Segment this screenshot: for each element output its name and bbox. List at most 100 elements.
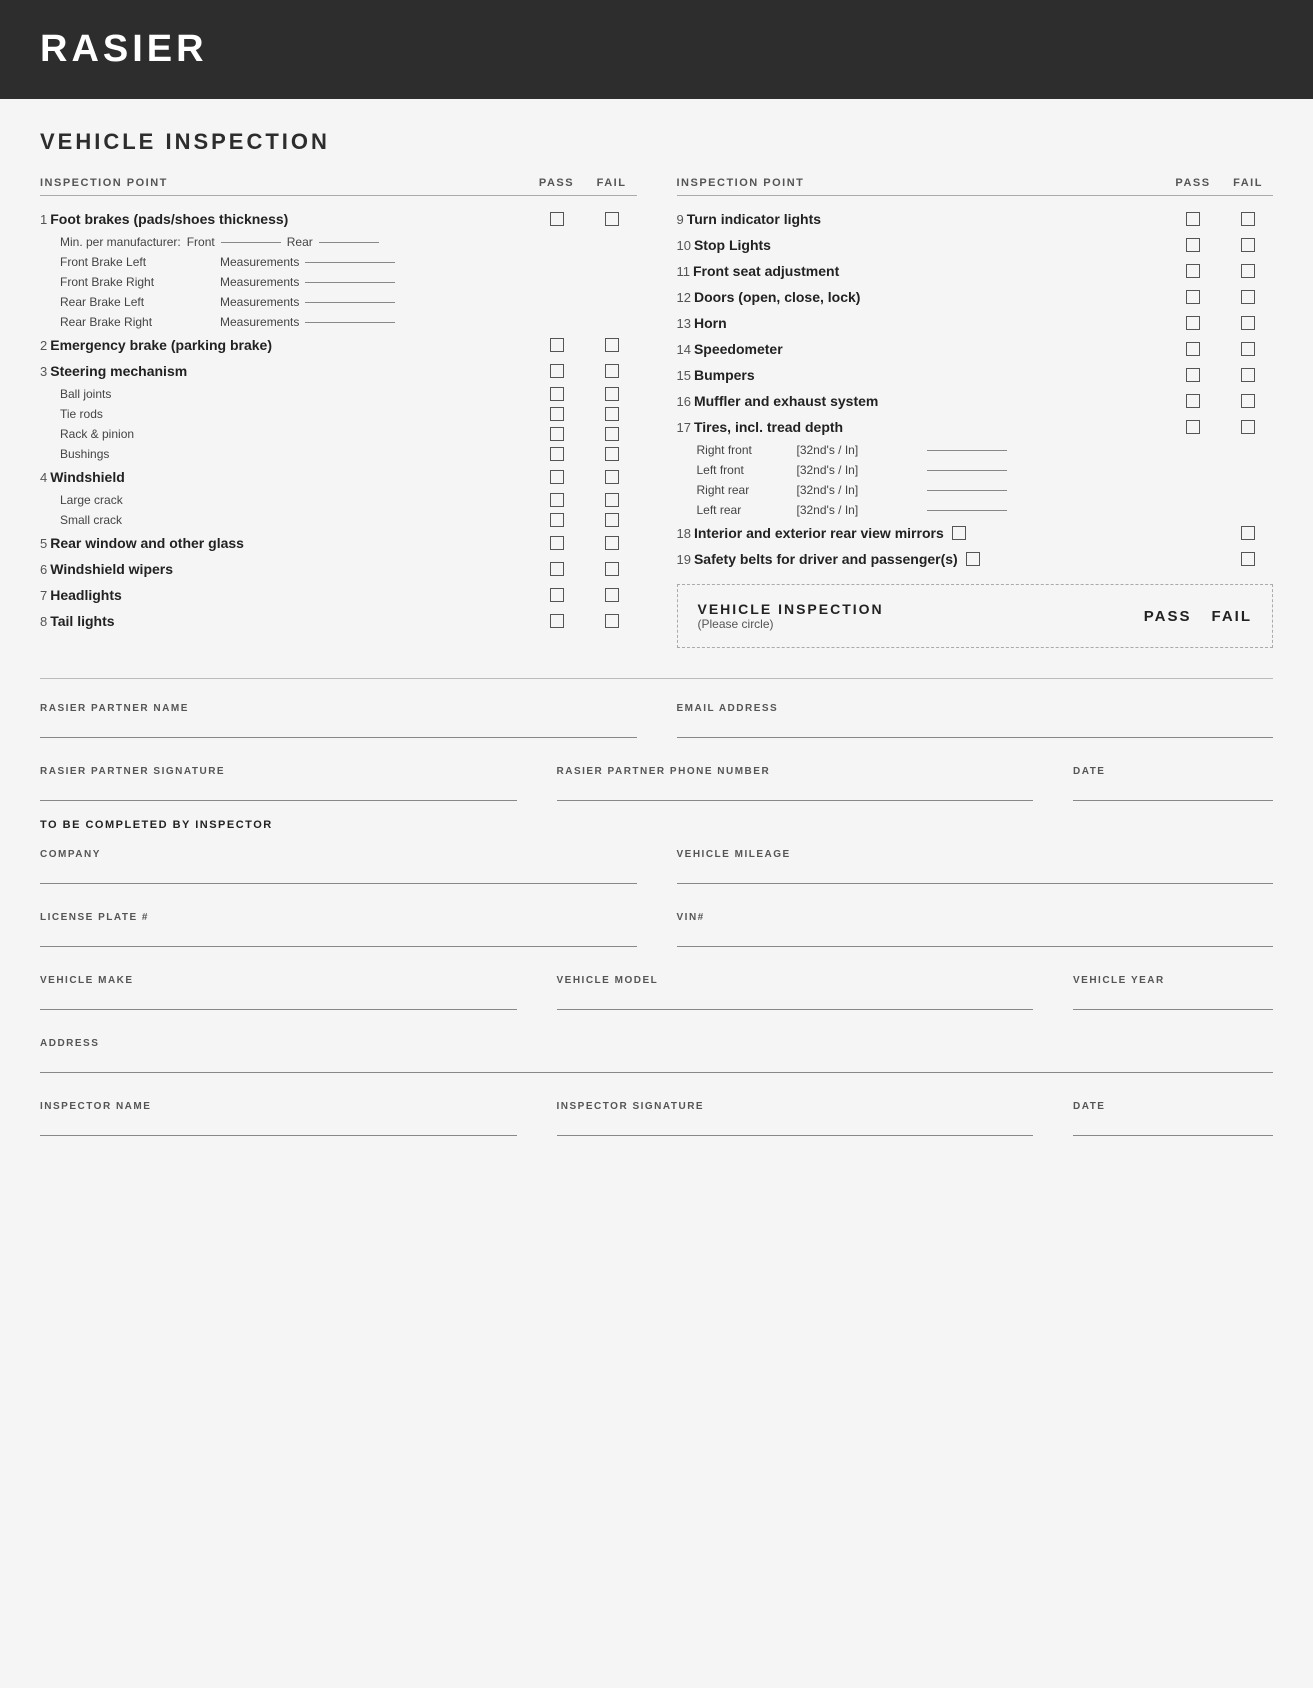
model-input[interactable] — [557, 988, 1034, 1010]
item-8-pass-checkbox[interactable] — [550, 614, 564, 628]
company-input[interactable] — [40, 862, 637, 884]
item-5-fail-checkbox[interactable] — [605, 536, 619, 550]
min-per-label: Min. per manufacturer: — [60, 235, 181, 249]
item-3-tie-rods-pass[interactable] — [550, 407, 564, 421]
item-2-fail-checkbox[interactable] — [605, 338, 619, 352]
item-11-pass-checkbox[interactable] — [1186, 264, 1200, 278]
inspector-name-input[interactable] — [40, 1114, 517, 1136]
model-label: VEHICLE MODEL — [557, 975, 1034, 986]
item-4-large-crack-pass[interactable] — [550, 493, 564, 507]
item-3-ball-joints-fail[interactable] — [605, 387, 619, 401]
item-13-fail-checkbox[interactable] — [1241, 316, 1255, 330]
item-12-fail-checkbox[interactable] — [1241, 290, 1255, 304]
item-6-pass-checkbox[interactable] — [550, 562, 564, 576]
inspector-section-title: TO BE COMPLETED BY INSPECTOR — [40, 805, 1273, 839]
item-2-pass-checkbox[interactable] — [550, 338, 564, 352]
item-5: 5 Rear window and other glass — [40, 530, 637, 556]
license-input[interactable] — [40, 925, 637, 947]
item-3-pass-checkbox[interactable] — [550, 364, 564, 378]
item-9: 9 Turn indicator lights — [677, 206, 1274, 232]
item-3-fail-checkbox[interactable] — [605, 364, 619, 378]
item-14-fail-checkbox[interactable] — [1241, 342, 1255, 356]
main-content: VEHICLE INSPECTION INSPECTION POINT PASS… — [0, 99, 1313, 1170]
item-8: 8 Tail lights — [40, 608, 637, 634]
item-4-large-crack-fail[interactable] — [605, 493, 619, 507]
item-17-fail-checkbox[interactable] — [1241, 420, 1255, 434]
item-7-fail-checkbox[interactable] — [605, 588, 619, 602]
item-1-rear-brake-left: Rear Brake Left Measurements — [40, 292, 637, 312]
item-1-label: Foot brakes (pads/shoes thickness) — [50, 211, 288, 227]
item-18-pass-checkbox[interactable] — [952, 526, 966, 540]
item-4-small-crack-fail[interactable] — [605, 513, 619, 527]
item-3-rack-pinion-pass[interactable] — [550, 427, 564, 441]
email-input[interactable] — [677, 716, 1274, 738]
item-19-pass-checkbox[interactable] — [966, 552, 980, 566]
item-13-pass-checkbox[interactable] — [1186, 316, 1200, 330]
address-field: ADDRESS — [40, 1028, 1273, 1077]
inspector-sig-input[interactable] — [557, 1114, 1034, 1136]
address-label: ADDRESS — [40, 1038, 1273, 1049]
item-8-fail-checkbox[interactable] — [605, 614, 619, 628]
make-input[interactable] — [40, 988, 517, 1010]
item-13-label: Horn — [694, 315, 727, 331]
item-4-fail-checkbox[interactable] — [605, 470, 619, 484]
item-15-fail-checkbox[interactable] — [1241, 368, 1255, 382]
vehicle-inspection-result-box: VEHICLE INSPECTION (Please circle) PASS … — [677, 584, 1274, 648]
right-column: INSPECTION POINT PASS FAIL 9 Turn indica… — [677, 177, 1274, 648]
item-19-fail-checkbox[interactable] — [1241, 552, 1255, 566]
year-label: VEHICLE YEAR — [1073, 975, 1273, 986]
year-input[interactable] — [1073, 988, 1273, 1010]
item-15-number: 15 — [677, 368, 691, 383]
rear-line — [319, 242, 379, 243]
item-4-pass-checkbox[interactable] — [550, 470, 564, 484]
partner-name-input[interactable] — [40, 716, 637, 738]
vin-input[interactable] — [677, 925, 1274, 947]
item-10-label: Stop Lights — [694, 237, 771, 253]
mileage-input[interactable] — [677, 862, 1274, 884]
address-input[interactable] — [40, 1051, 1273, 1073]
item-12-pass-checkbox[interactable] — [1186, 290, 1200, 304]
item-11-fail-checkbox[interactable] — [1241, 264, 1255, 278]
signature-label: RASIER PARTNER SIGNATURE — [40, 766, 517, 777]
year-field: VEHICLE YEAR — [1073, 965, 1273, 1014]
license-label: LICENSE PLATE # — [40, 912, 637, 923]
item-16-fail-checkbox[interactable] — [1241, 394, 1255, 408]
item-10-fail-checkbox[interactable] — [1241, 238, 1255, 252]
item-8-number: 8 — [40, 614, 47, 629]
item-1-fail-checkbox[interactable] — [605, 212, 619, 226]
vin-field: VIN# — [677, 902, 1274, 951]
item-5-pass-checkbox[interactable] — [550, 536, 564, 550]
date-input-1[interactable] — [1073, 779, 1273, 801]
item-4-small-crack-pass[interactable] — [550, 513, 564, 527]
item-3-ball-joints-pass[interactable] — [550, 387, 564, 401]
item-4: 4 Windshield — [40, 464, 637, 490]
item-6-fail-checkbox[interactable] — [605, 562, 619, 576]
item-16-label: Muffler and exhaust system — [694, 393, 878, 409]
phone-input[interactable] — [557, 779, 1034, 801]
item-17-label: Tires, incl. tread depth — [694, 419, 843, 435]
item-18-fail-checkbox[interactable] — [1241, 526, 1255, 540]
item-3-bushings-pass[interactable] — [550, 447, 564, 461]
signature-input[interactable] — [40, 779, 517, 801]
item-16: 16 Muffler and exhaust system — [677, 388, 1274, 414]
item-9-fail-checkbox[interactable] — [1241, 212, 1255, 226]
pass-fail-group: PASS — [1144, 608, 1192, 625]
item-7-number: 7 — [40, 588, 47, 603]
item-4-small-crack: Small crack — [40, 510, 637, 530]
company-label: COMPANY — [40, 849, 637, 860]
right-col-inspection-label: INSPECTION POINT — [677, 177, 1164, 189]
item-7-pass-checkbox[interactable] — [550, 588, 564, 602]
item-9-pass-checkbox[interactable] — [1186, 212, 1200, 226]
phone-label: RASIER PARTNER PHONE NUMBER — [557, 766, 1034, 777]
item-14-pass-checkbox[interactable] — [1186, 342, 1200, 356]
item-16-pass-checkbox[interactable] — [1186, 394, 1200, 408]
item-1-pass-checkbox[interactable] — [550, 212, 564, 226]
item-15-pass-checkbox[interactable] — [1186, 368, 1200, 382]
item-10-pass-checkbox[interactable] — [1186, 238, 1200, 252]
item-3-tie-rods: Tie rods — [40, 404, 637, 424]
item-17-pass-checkbox[interactable] — [1186, 420, 1200, 434]
item-3-rack-pinion-fail[interactable] — [605, 427, 619, 441]
item-3-tie-rods-fail[interactable] — [605, 407, 619, 421]
inspector-date-input[interactable] — [1073, 1114, 1273, 1136]
item-3-bushings-fail[interactable] — [605, 447, 619, 461]
